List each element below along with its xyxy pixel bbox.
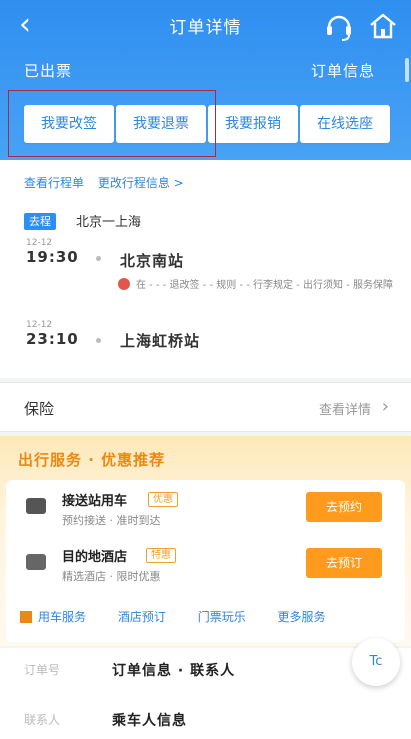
online-seat-button[interactable]: 在线选座: [300, 105, 390, 143]
insurance-details-link[interactable]: 查看详情: [319, 399, 371, 418]
travel-note: 在 - - - 退改签 - - 规则 - - 行李规定 - 出行须知 - 服务保…: [136, 280, 393, 291]
order-info-link[interactable]: 订单信息: [311, 60, 375, 81]
promo-item-subtitle: 精选酒店 · 限时优惠: [62, 570, 161, 583]
promo-item-badge: 特惠: [146, 548, 176, 563]
trip-tag: 去程: [24, 213, 56, 230]
promo-footer-links: 用车服务 酒店预订 门票玩乐 更多服务: [20, 608, 354, 625]
hotel-icon: [26, 554, 46, 570]
departure-time: 19:30: [26, 248, 79, 266]
departure-date: 12-12: [26, 238, 53, 248]
order-status: 已出票: [24, 62, 73, 80]
info-row-label: 联系人: [24, 713, 61, 727]
promo-footer-link[interactable]: 酒店预订: [118, 610, 166, 624]
order-status-bar: 已出票 订单信息: [0, 56, 411, 86]
info-row: 订单号 订单信息 · 联系人: [0, 650, 411, 690]
promo-footer-link[interactable]: 用车服务: [20, 610, 86, 624]
trip-links: 查看行程单 更改行程信息 >: [24, 174, 194, 191]
service-icon: [20, 611, 32, 623]
promo-item-subtitle: 预约接送 · 准时到达: [62, 514, 161, 527]
nav-bar: ‹ 订单详情: [0, 0, 411, 52]
promo-footer-link[interactable]: 门票玩乐: [198, 610, 246, 624]
departure-dot: [96, 256, 101, 261]
arrival-station: 上海虹桥站: [120, 332, 201, 350]
departure-station: 北京南站: [120, 252, 185, 270]
arrival-date: 12-12: [26, 320, 53, 330]
trip-card: 查看行程单 更改行程信息 > 去程 北京一上海 12-12 19:30 北京南站…: [0, 160, 411, 378]
customer-service-icon[interactable]: [322, 9, 356, 43]
insurance-row[interactable]: 保险 查看详情 ›: [0, 382, 411, 432]
insurance-label: 保险: [24, 400, 55, 418]
order-info-section: 订单号 订单信息 · 联系人 联系人 乘车人信息: [0, 648, 411, 739]
promo-item-button[interactable]: 去预订: [306, 548, 382, 578]
back-button[interactable]: ‹: [8, 8, 42, 42]
promo-item-button[interactable]: 去预约: [306, 492, 382, 522]
home-icon[interactable]: [366, 9, 400, 43]
arrival-time: 23:10: [26, 330, 79, 348]
promo-footer-link[interactable]: 更多服务: [278, 610, 326, 624]
promo-section: 出行服务 · 优惠推荐 接送站用车 优惠 预约接送 · 准时到达 去预约 目的地…: [0, 436, 411, 646]
info-row-label: 订单号: [24, 663, 61, 677]
car-icon: [26, 498, 46, 514]
info-row-value: 订单信息 · 联系人: [112, 663, 236, 679]
route-name: 北京一上海: [76, 215, 142, 230]
floating-assistant-button[interactable]: Tc: [352, 638, 400, 686]
info-row-value: 乘车人信息: [112, 713, 187, 729]
promo-item-title: 接送站用车: [62, 494, 128, 509]
highlight-annotation: [8, 90, 216, 157]
arrival-dot: [96, 338, 101, 343]
warning-icon: [118, 278, 130, 290]
scrollbar[interactable]: [405, 58, 409, 82]
promo-item-title: 目的地酒店: [62, 550, 128, 565]
itinerary-link[interactable]: 查看行程单: [24, 176, 84, 190]
change-trip-link[interactable]: 更改行程信息 >: [98, 176, 184, 190]
promo-title: 出行服务 · 优惠推荐: [18, 451, 166, 469]
chevron-right-icon: ›: [381, 396, 389, 417]
promo-card: 接送站用车 优惠 预约接送 · 准时到达 去预约 目的地酒店 特惠 精选酒店 ·…: [6, 480, 405, 642]
info-row: 联系人 乘车人信息: [0, 700, 411, 739]
reimbursement-button[interactable]: 我要报销: [208, 105, 298, 143]
promo-item-badge: 优惠: [148, 492, 178, 507]
page-title: 订单详情: [169, 18, 242, 38]
